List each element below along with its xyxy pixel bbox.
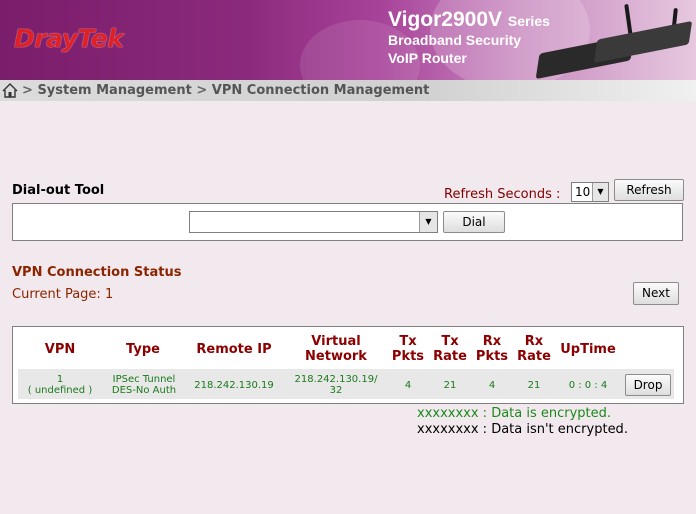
refresh-seconds-label: Refresh Seconds :: [444, 187, 561, 202]
product-model: Vigor2900V Series: [388, 8, 550, 32]
breadcrumb-separator: >: [22, 83, 33, 98]
cell-tx-pkts: 4: [404, 380, 412, 391]
col-header-tx-rate: Tx Rate: [431, 334, 469, 364]
cell-line: IPSec Tunnel: [112, 374, 176, 385]
refresh-button[interactable]: Refresh: [614, 179, 684, 201]
cell-remote-ip: 218.242.130.19: [194, 380, 274, 391]
breadcrumb-item-vpn-connection-management: VPN Connection Management: [211, 83, 430, 98]
next-button[interactable]: Next: [633, 282, 679, 305]
header-line: Rate: [433, 349, 467, 364]
col-header-tx-pkts: Tx Pkts: [391, 334, 425, 364]
dialout-profile-select[interactable]: ▼: [189, 211, 438, 233]
cell-line: ( undefined ): [27, 385, 93, 396]
cell-rx-rate: 21: [527, 380, 541, 391]
header-line: Tx: [441, 334, 459, 349]
draytek-logo: DrayTek: [14, 24, 124, 53]
header-line: Rx: [482, 334, 502, 349]
cell-rx-pkts: 4: [488, 380, 496, 391]
current-page: Current Page: 1: [12, 287, 113, 302]
dial-button[interactable]: Dial: [443, 211, 505, 233]
product-tagline-1: Broadband Security: [388, 32, 522, 48]
col-header-vpn: VPN: [44, 342, 76, 357]
header-line: Pkts: [475, 349, 509, 364]
header-line: Rate: [517, 349, 551, 364]
legend-encrypted: xxxxxxxx : Data is encrypted.: [417, 406, 612, 421]
vpn-status-title: VPN Connection Status: [12, 265, 182, 280]
drop-button[interactable]: Drop: [625, 374, 671, 396]
col-header-rx-rate: Rx Rate: [515, 334, 553, 364]
home-icon[interactable]: [2, 83, 18, 98]
header-line: Network: [305, 349, 367, 364]
header-banner: DrayTek Vigor2900V Series Broadband Secu…: [0, 0, 696, 80]
cell-line: 32: [329, 385, 343, 396]
cell-tx-rate: 21: [443, 380, 457, 391]
current-page-label: Current Page:: [12, 287, 101, 302]
refresh-seconds-select[interactable]: 10 ▼: [571, 182, 609, 202]
cell-type: IPSec Tunnel DES-No Auth: [104, 374, 184, 396]
breadcrumb-separator: >: [196, 83, 208, 98]
cell-vpn: 1 ( undefined ): [20, 374, 100, 396]
product-tagline-2: VoIP Router: [388, 50, 467, 66]
header-line: Virtual: [311, 334, 361, 349]
header-line: Pkts: [391, 349, 425, 364]
col-header-type: Type: [126, 342, 160, 357]
col-header-remote-ip: Remote IP: [196, 342, 272, 357]
header-line: Tx: [399, 334, 417, 349]
chevron-down-icon: ▼: [592, 183, 608, 201]
breadcrumb-bar: > System Management > VPN Connection Man…: [0, 80, 696, 101]
col-header-uptime: UpTime: [560, 342, 616, 357]
col-header-virtual-network: Virtual Network: [294, 334, 378, 364]
cell-virtual-network: 218.242.130.19/ 32: [288, 374, 384, 396]
cell-line: 218.242.130.19/: [294, 374, 378, 385]
breadcrumb: > System Management > VPN Connection Man…: [22, 83, 429, 98]
model-series: Series: [507, 13, 550, 29]
cell-line: 1: [56, 374, 64, 385]
legend-not-encrypted: xxxxxxxx : Data isn't encrypted.: [417, 422, 628, 437]
breadcrumb-item-system-management[interactable]: System Management: [37, 83, 191, 98]
model-name: Vigor2900V: [388, 8, 503, 31]
cell-uptime: 0 : 0 : 4: [568, 380, 608, 391]
current-page-number: 1: [104, 287, 114, 302]
chevron-down-icon: ▼: [419, 212, 437, 232]
col-header-rx-pkts: Rx Pkts: [475, 334, 509, 364]
header-line: Rx: [524, 334, 544, 349]
cell-line: DES-No Auth: [111, 385, 177, 396]
refresh-seconds-value: 10: [575, 185, 591, 199]
dialout-title: Dial-out Tool: [12, 183, 105, 198]
